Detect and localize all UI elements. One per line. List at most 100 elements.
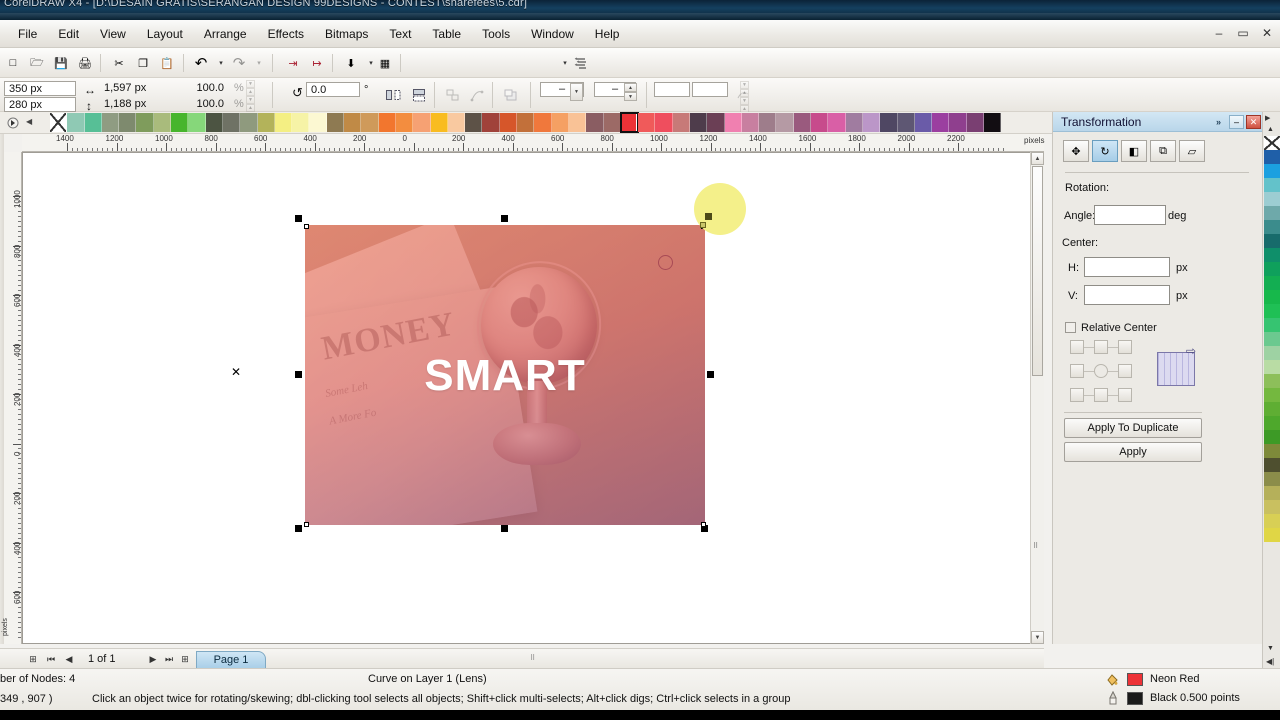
vpalette-swatch-9[interactable] xyxy=(1264,276,1280,290)
vpalette-swatch-2[interactable] xyxy=(1264,178,1280,192)
last-page-icon[interactable]: ⏭ xyxy=(162,652,176,666)
scroll-down-icon[interactable]: ▼ xyxy=(1031,631,1044,644)
open-icon[interactable]: 🗁 xyxy=(26,52,48,74)
yellow-lens-node[interactable] xyxy=(700,222,706,228)
vpalette-swatch-27[interactable] xyxy=(1264,528,1280,542)
palette-swatch-19[interactable] xyxy=(395,113,414,132)
new-icon[interactable]: □ xyxy=(2,52,24,74)
palette-swatches[interactable] xyxy=(50,112,1002,133)
anchor-center[interactable] xyxy=(1094,364,1108,378)
export-icon[interactable]: ↦ xyxy=(306,52,328,74)
palette-swatch-5[interactable] xyxy=(153,113,172,132)
palette-swatch-20[interactable] xyxy=(413,113,431,132)
palette-swatch-44[interactable] xyxy=(828,113,846,132)
vpalette-swatch-7[interactable] xyxy=(1264,248,1280,262)
selection-handle-bc[interactable] xyxy=(501,525,508,532)
palette-swatch-42[interactable] xyxy=(793,113,812,132)
palette-swatch-49[interactable] xyxy=(914,113,933,132)
anchor-tr[interactable] xyxy=(1118,340,1132,354)
maximize-button[interactable]: ▭ xyxy=(1236,26,1250,40)
object-x-field[interactable]: 350 px xyxy=(4,81,76,96)
pagenav-grip[interactable]: ⠿ xyxy=(530,654,535,662)
redo-icon[interactable]: ↷ xyxy=(228,52,250,74)
palette-swatch-43[interactable] xyxy=(811,113,829,132)
palette-scroll-left-icon[interactable]: ◀ xyxy=(26,117,32,126)
vpalette-swatch-17[interactable] xyxy=(1264,388,1280,402)
scale-h-stepper[interactable]: ▼ ▲ xyxy=(246,80,255,96)
undo-icon[interactable]: ↶ xyxy=(190,52,212,74)
menu-edit[interactable]: Edit xyxy=(48,25,89,43)
palette-swatch-51[interactable] xyxy=(949,113,967,132)
palette-swatch-32[interactable] xyxy=(619,112,640,133)
palette-swatch-16[interactable] xyxy=(344,113,362,132)
selection-handle-tl[interactable] xyxy=(295,215,302,222)
palette-swatch-33[interactable] xyxy=(638,113,656,132)
palette-swatch-40[interactable] xyxy=(759,113,777,132)
application-launcher-icon[interactable]: ⬇ xyxy=(340,52,362,74)
palette-swatch-25[interactable] xyxy=(499,113,518,132)
scale-mirror-mode-button[interactable]: ◧ xyxy=(1121,140,1147,162)
apply-to-duplicate-button[interactable]: Apply To Duplicate xyxy=(1064,418,1202,438)
text-spin-1[interactable]: ▼ ▲ xyxy=(740,81,749,97)
paste-icon[interactable]: 📋 xyxy=(156,52,178,74)
palette-swatch-52[interactable] xyxy=(966,113,985,132)
vpalette-swatch-1[interactable] xyxy=(1264,164,1280,178)
vpalette-swatch-21[interactable] xyxy=(1264,444,1280,458)
palette-swatch-6[interactable] xyxy=(171,113,189,132)
docker-close-button[interactable]: ✕ xyxy=(1246,115,1261,129)
palette-swatch-36[interactable] xyxy=(689,113,708,132)
position-mode-button[interactable]: ✥ xyxy=(1063,140,1089,162)
node-handle-br[interactable] xyxy=(701,522,706,527)
outline-style-dropdown[interactable]: ▼ xyxy=(570,83,583,101)
anchor-br[interactable] xyxy=(1118,388,1132,402)
menu-help[interactable]: Help xyxy=(585,25,630,43)
scale-v-stepper[interactable]: ▼ ▲ xyxy=(246,96,255,112)
vpalette-swatch-12[interactable] xyxy=(1264,318,1280,332)
next-page-icon[interactable]: ▶ xyxy=(146,652,160,666)
small-circle-object[interactable] xyxy=(658,255,673,270)
artwork-image[interactable]: MONEY Some Leh A More Fo SMART xyxy=(305,225,705,525)
vertical-scroll-thumb[interactable] xyxy=(1032,166,1043,376)
palette-swatch-24[interactable] xyxy=(482,113,500,132)
palette-swatch-21[interactable] xyxy=(430,113,448,132)
palette-menu-icon[interactable] xyxy=(6,115,20,130)
anchor-mr[interactable] xyxy=(1118,364,1132,378)
palette-swatch-12[interactable] xyxy=(274,113,293,132)
vpalette-swatch-16[interactable] xyxy=(1264,374,1280,388)
vpalette-swatch-13[interactable] xyxy=(1264,332,1280,346)
palette-swatch-28[interactable] xyxy=(551,113,569,132)
palette-swatch-29[interactable] xyxy=(568,113,587,132)
palette-swatch-4[interactable] xyxy=(136,113,154,132)
palette-swatch-53[interactable] xyxy=(984,113,1002,132)
angle-input[interactable] xyxy=(1094,205,1166,225)
import-icon[interactable]: ⇥ xyxy=(282,52,304,74)
palette-swatch-47[interactable] xyxy=(880,113,898,132)
relative-center-checkbox[interactable] xyxy=(1065,322,1076,333)
docker-expand-icon[interactable]: » xyxy=(1211,115,1226,129)
mirror-horizontal-icon[interactable] xyxy=(382,84,404,106)
horizontal-ruler[interactable]: 1400 1200 1000 800 600 400 200 0 200 400 600 800 100… xyxy=(22,134,1044,152)
vpalette-swatch-11[interactable] xyxy=(1264,304,1280,318)
skew-mode-button[interactable]: ▱ xyxy=(1179,140,1205,162)
anchor-tc[interactable] xyxy=(1094,340,1108,354)
smart-text-object[interactable]: SMART xyxy=(305,351,705,401)
drawing-canvas[interactable]: MONEY Some Leh A More Fo SMART ✕ xyxy=(22,152,1044,644)
apply-button[interactable]: Apply xyxy=(1064,442,1202,462)
vpalette-menu-icon[interactable]: ▶ xyxy=(1265,114,1270,122)
scroll-up-icon[interactable]: ▲ xyxy=(1031,152,1044,165)
convert-to-curves-icon[interactable] xyxy=(442,84,464,106)
scale-v-field[interactable]: 100.0 xyxy=(180,97,228,112)
first-page-icon[interactable]: ⏮ xyxy=(44,652,58,666)
center-h-input[interactable] xyxy=(1084,257,1170,277)
page-tab-page1[interactable]: Page 1 xyxy=(196,651,266,668)
menu-effects[interactable]: Effects xyxy=(258,25,314,43)
center-v-input[interactable] xyxy=(1084,285,1170,305)
vpalette-swatch-18[interactable] xyxy=(1264,402,1280,416)
palette-swatch-8[interactable] xyxy=(205,113,223,132)
vpalette-swatch-26[interactable] xyxy=(1264,514,1280,528)
vertical-ruler[interactable]: 10008006004002000200400600 xyxy=(4,152,22,644)
palette-swatch-50[interactable] xyxy=(932,113,950,132)
vpalette-swatch-24[interactable] xyxy=(1264,486,1280,500)
palette-swatch-11[interactable] xyxy=(257,113,275,132)
menu-layout[interactable]: Layout xyxy=(137,25,193,43)
